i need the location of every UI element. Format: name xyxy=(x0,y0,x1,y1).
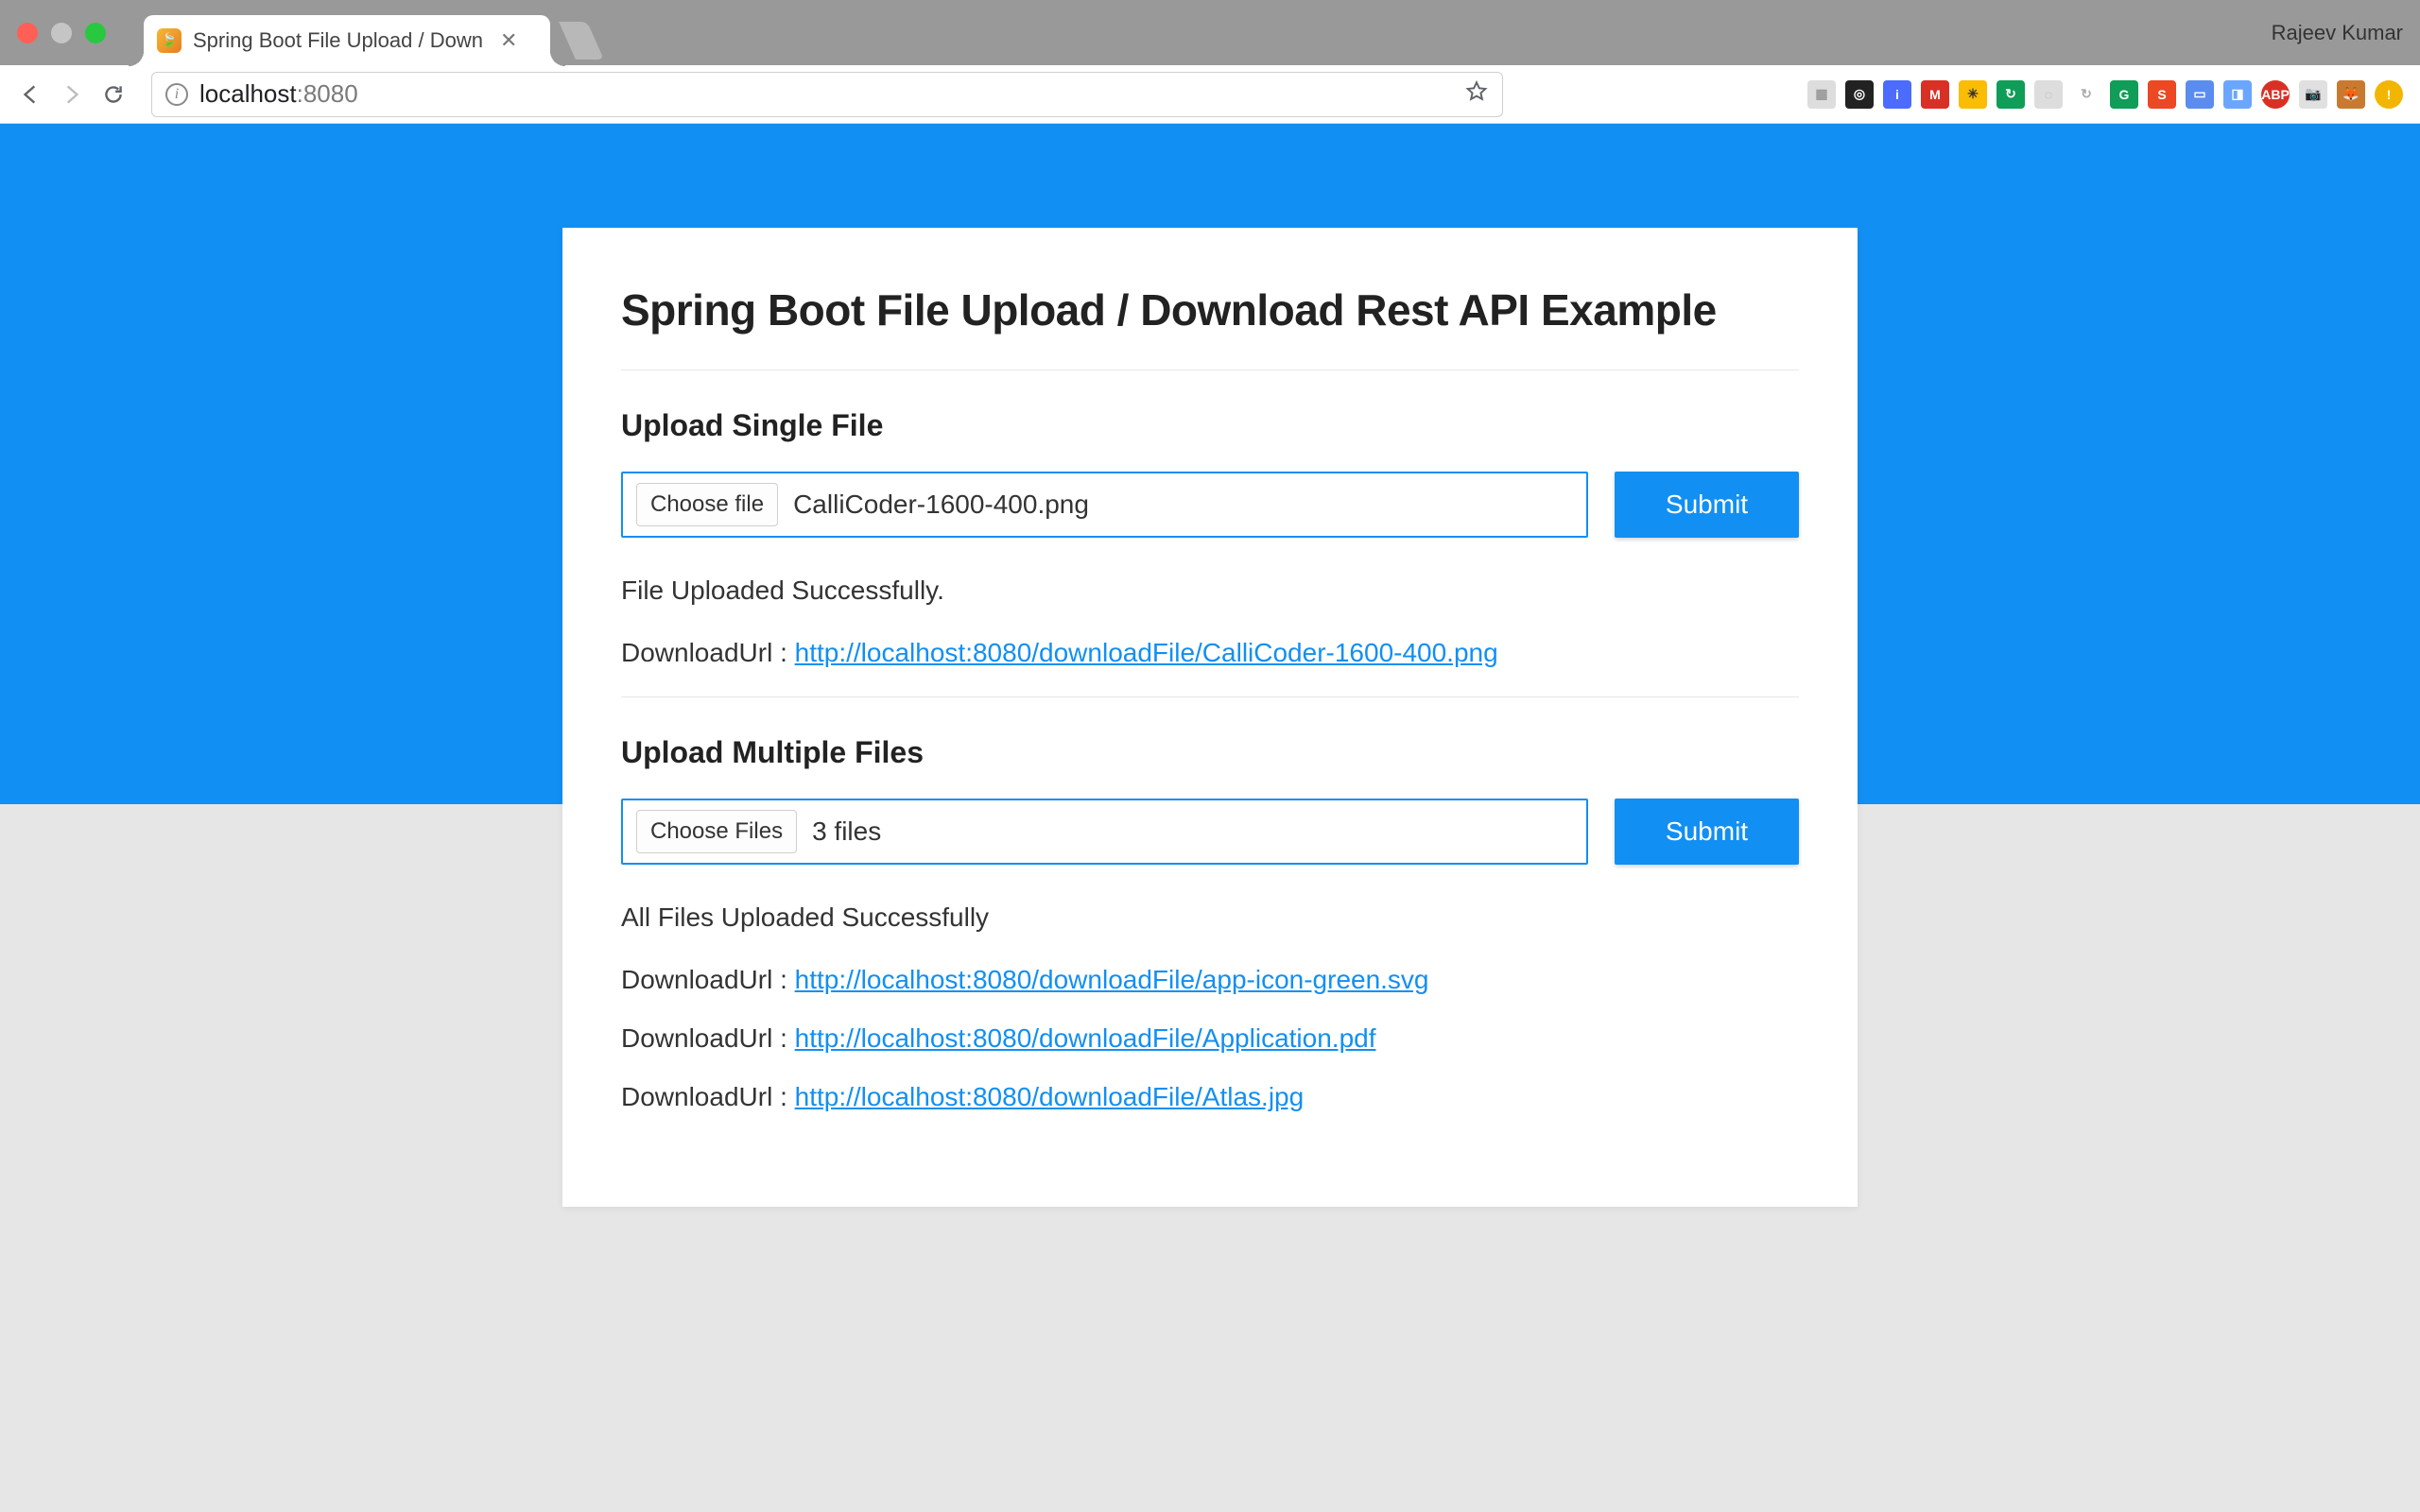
extension-grammarly-icon[interactable]: G xyxy=(2110,80,2138,109)
window-minimize-button[interactable] xyxy=(51,23,72,43)
multiple-download-link-2[interactable]: http://localhost:8080/downloadFile/Appli… xyxy=(795,1023,1376,1053)
new-tab-button[interactable] xyxy=(559,22,604,60)
page-viewport: Spring Boot File Upload / Download Rest … xyxy=(0,124,2420,1512)
multiple-upload-form: Choose Files 3 files Submit xyxy=(621,799,1799,865)
single-download-link[interactable]: http://localhost:8080/downloadFile/Calli… xyxy=(795,638,1498,667)
download-prefix: DownloadUrl : xyxy=(621,965,795,994)
url-text: localhost:8080 xyxy=(199,79,358,109)
multiple-download-link-3[interactable]: http://localhost:8080/downloadFile/Atlas… xyxy=(795,1082,1305,1111)
multiple-download-line: DownloadUrl : http://localhost:8080/down… xyxy=(621,1023,1799,1054)
divider xyxy=(621,369,1799,370)
page-title: Spring Boot File Upload / Download Rest … xyxy=(621,284,1799,335)
download-prefix: DownloadUrl : xyxy=(621,1023,795,1053)
download-prefix: DownloadUrl : xyxy=(621,638,795,667)
multiple-upload-heading: Upload Multiple Files xyxy=(621,735,1799,770)
profile-name[interactable]: Rajeev Kumar xyxy=(2272,21,2403,45)
extension-icon[interactable]: ✳ xyxy=(1959,80,1987,109)
favicon-icon: 🍃 xyxy=(157,28,182,53)
extension-icon[interactable]: ◌ xyxy=(2034,80,2063,109)
selected-file-name: CalliCoder-1600-400.png xyxy=(793,490,1089,520)
window-maximize-button[interactable] xyxy=(85,23,106,43)
extension-gmail-icon[interactable]: M xyxy=(1921,80,1949,109)
choose-file-button[interactable]: Choose file xyxy=(636,483,778,526)
single-submit-button[interactable]: Submit xyxy=(1615,472,1799,538)
multiple-submit-button[interactable]: Submit xyxy=(1615,799,1799,865)
download-prefix: DownloadUrl : xyxy=(621,1082,795,1111)
back-button[interactable] xyxy=(17,81,43,108)
site-info-icon[interactable]: i xyxy=(165,83,188,106)
single-file-input[interactable]: Choose file CalliCoder-1600-400.png xyxy=(621,472,1588,538)
bookmark-star-icon[interactable] xyxy=(1464,79,1489,109)
multiple-upload-status: All Files Uploaded Successfully xyxy=(621,902,1799,933)
single-download-line: DownloadUrl : http://localhost:8080/down… xyxy=(621,638,1799,668)
extensions-row: ▦ ◎ i M ✳ ↻ ◌ ↻ G S ▭ ◨ ABP 📷 🦊 ! xyxy=(1807,80,2403,109)
browser-tab[interactable]: 🍃 Spring Boot File Upload / Down ✕ xyxy=(144,15,550,66)
multiple-download-line: DownloadUrl : http://localhost:8080/down… xyxy=(621,965,1799,995)
extension-icon[interactable]: ◎ xyxy=(1845,80,1874,109)
browser-toolbar: i localhost:8080 ▦ ◎ i M ✳ ↻ ◌ ↻ G S ▭ ◨… xyxy=(0,65,2420,124)
extension-icon[interactable]: i xyxy=(1883,80,1911,109)
forward-button[interactable] xyxy=(59,81,85,108)
url-host: localhost xyxy=(199,79,297,108)
extension-adblock-icon[interactable]: ABP xyxy=(2261,80,2290,109)
window-close-button[interactable] xyxy=(17,23,38,43)
single-upload-form: Choose file CalliCoder-1600-400.png Subm… xyxy=(621,472,1799,538)
extension-icon[interactable]: 📷 xyxy=(2299,80,2327,109)
browser-titlebar: 🍃 Spring Boot File Upload / Down ✕ Rajee… xyxy=(0,0,2420,65)
url-port: :8080 xyxy=(297,79,358,108)
reload-button[interactable] xyxy=(100,81,127,108)
multiple-download-link-1[interactable]: http://localhost:8080/downloadFile/app-i… xyxy=(795,965,1429,994)
extension-stumbleupon-icon[interactable]: S xyxy=(2148,80,2176,109)
window-controls xyxy=(0,23,106,43)
choose-files-button[interactable]: Choose Files xyxy=(636,810,797,853)
close-tab-icon[interactable]: ✕ xyxy=(500,28,517,53)
address-bar[interactable]: i localhost:8080 xyxy=(151,72,1503,117)
multiple-download-line: DownloadUrl : http://localhost:8080/down… xyxy=(621,1082,1799,1112)
single-upload-status: File Uploaded Successfully. xyxy=(621,576,1799,606)
divider xyxy=(621,696,1799,697)
content-card: Spring Boot File Upload / Download Rest … xyxy=(562,228,1858,1207)
selected-files-count: 3 files xyxy=(812,816,881,847)
extension-icon[interactable]: ▦ xyxy=(1807,80,1836,109)
extension-icon[interactable]: ◨ xyxy=(2223,80,2252,109)
extension-icon[interactable]: 🦊 xyxy=(2337,80,2365,109)
extension-icon[interactable]: ↻ xyxy=(1996,80,2025,109)
profile-avatar-icon[interactable]: ! xyxy=(2375,80,2403,109)
single-upload-heading: Upload Single File xyxy=(621,408,1799,443)
extension-icon[interactable]: ▭ xyxy=(2186,80,2214,109)
tab-title: Spring Boot File Upload / Down xyxy=(193,28,483,53)
multiple-file-input[interactable]: Choose Files 3 files xyxy=(621,799,1588,865)
extension-icon[interactable]: ↻ xyxy=(2072,80,2100,109)
